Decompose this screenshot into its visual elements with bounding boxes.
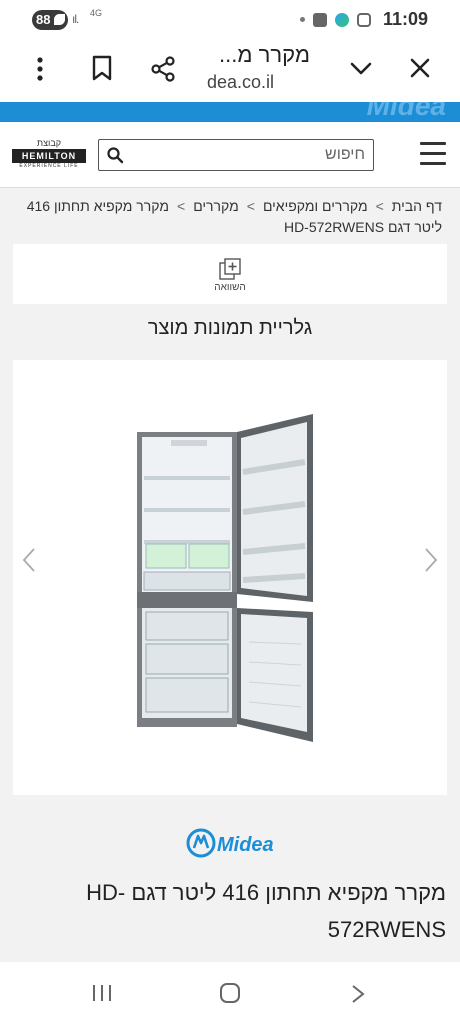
close-icon[interactable] <box>406 54 434 82</box>
chevron-right-icon[interactable] <box>423 546 439 574</box>
recent-apps-icon[interactable] <box>91 984 113 1002</box>
site-top-strip: Midea <box>0 102 460 122</box>
compare-icon <box>219 258 241 280</box>
clock: 11:09 <box>382 9 428 29</box>
battery-level: 88 <box>36 12 51 27</box>
breadcrumb-area: דף הבית>מקררים ומקפיאים>מקררים>מקרר מקפי… <box>0 188 460 248</box>
more-vert-icon[interactable] <box>30 56 50 82</box>
system-nav-bar <box>0 962 460 1024</box>
search-icon[interactable] <box>106 146 124 164</box>
hemilton-logo[interactable]: קבוצת HEMILTON EXPERIENCE LIFE <box>12 138 86 169</box>
instagram-icon <box>356 12 371 27</box>
gallery-title: גלריית תמונות מוצר <box>147 317 313 339</box>
chevron-down-icon[interactable] <box>347 54 375 82</box>
brand-tagline: EXPERIENCE LIFE <box>19 163 79 169</box>
breadcrumb-item-home[interactable]: דף הבית <box>392 198 442 214</box>
product-gallery[interactable] <box>13 360 447 795</box>
fridge-image <box>137 414 313 742</box>
compare-label: השוואה <box>214 282 246 293</box>
breadcrumb-item-fridges[interactable]: מקררים <box>193 198 239 214</box>
compare-button[interactable]: השוואה <box>13 244 447 304</box>
breadcrumb-separator: > <box>375 198 384 214</box>
notification-icon <box>299 17 305 22</box>
network-type: 4G <box>90 8 103 18</box>
breadcrumb-separator: > <box>177 198 186 214</box>
bookmark-icon[interactable] <box>90 54 114 82</box>
breadcrumb-item-fridges-freezers[interactable]: מקררים ומקפיאים <box>263 198 368 214</box>
chevron-left-icon[interactable] <box>21 546 37 574</box>
search-input[interactable] <box>135 144 365 166</box>
brand-name: HEMILTON <box>12 149 86 163</box>
share-icon[interactable] <box>150 56 176 82</box>
signal-icon: ıl. <box>72 12 79 26</box>
midea-logo: Midea <box>0 824 460 867</box>
back-icon[interactable] <box>350 984 366 1004</box>
midea-logo-icon: Midea <box>186 828 274 858</box>
home-icon[interactable] <box>220 983 240 1003</box>
breadcrumb-separator: > <box>246 198 255 214</box>
site-header: קבוצת HEMILTON EXPERIENCE LIFE <box>0 122 460 188</box>
search-box <box>98 139 374 171</box>
edge-icon <box>334 12 349 27</box>
battery-icon: 88 <box>32 10 68 30</box>
brand-group: קבוצת <box>36 138 62 148</box>
product-content: השוואה גלריית תמונות מוצר Midea מקרר מקפ… <box>0 244 460 962</box>
status-bar: 88 ıl. 4G 11:09 <box>0 0 460 40</box>
hamburger-icon[interactable] <box>420 142 446 166</box>
url-host[interactable]: dea.co.il <box>207 72 274 93</box>
product-title: מקרר מקפיא תחתון 416 ליטר דגם HD-572RWEN… <box>86 880 446 942</box>
breadcrumb: דף הבית>מקררים ומקפיאים>מקררים>מקרר מקפי… <box>22 196 442 238</box>
brand-text: Midea <box>217 834 274 856</box>
strip-logo-icon: Midea <box>366 102 446 121</box>
message-icon <box>312 12 327 27</box>
browser-toolbar: מקרר מ... dea.co.il <box>0 40 460 102</box>
page-title: מקרר מ... <box>219 42 310 67</box>
